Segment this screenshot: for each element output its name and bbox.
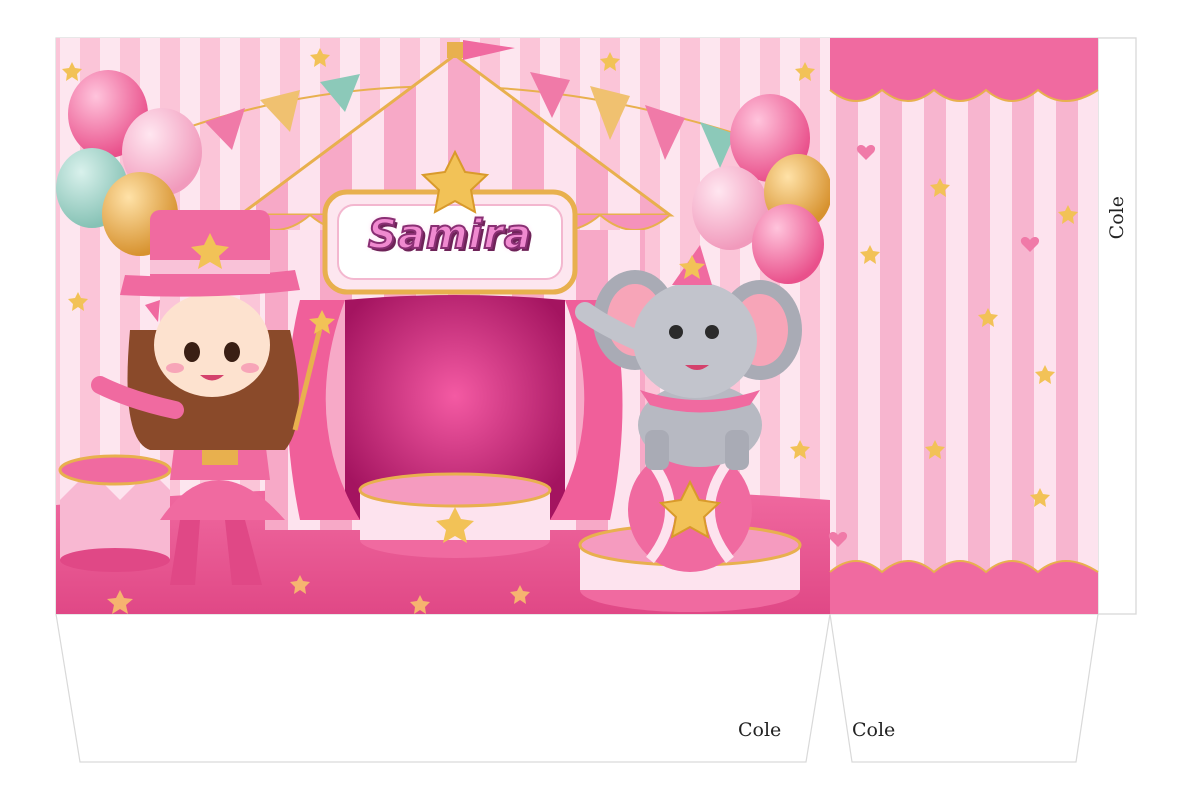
glue-label-bottom-left-flap: Cole — [738, 719, 782, 741]
drum-left — [58, 454, 172, 572]
glue-label-side-flap: Cole — [1106, 196, 1128, 240]
child-name-text: Samira — [367, 211, 532, 259]
party-box-template — [55, 37, 1137, 763]
circus-scene-panel — [56, 38, 832, 614]
glue-label-bottom-right-flap: Cole — [852, 719, 896, 741]
striped-side-panel — [828, 38, 1099, 614]
center-pedestal — [358, 472, 552, 558]
